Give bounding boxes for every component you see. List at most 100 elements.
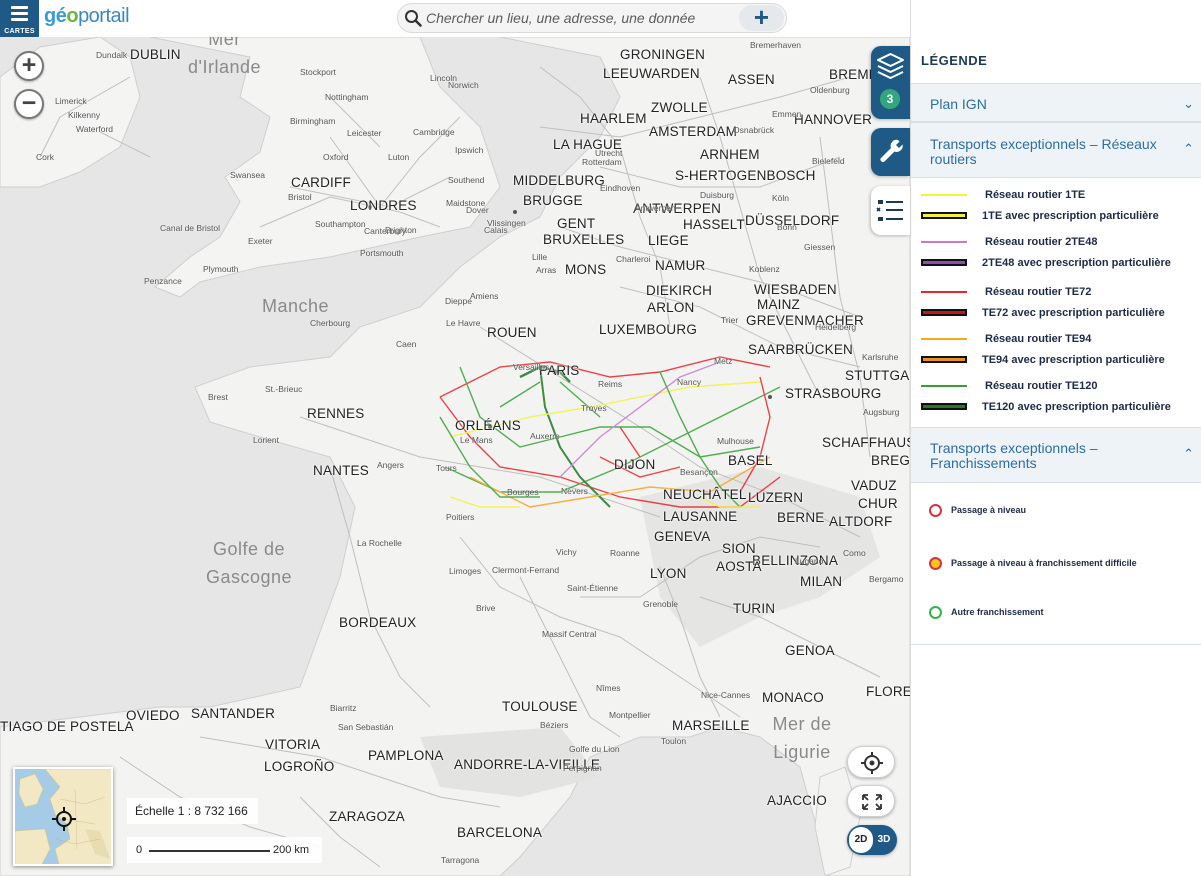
fullscreen-button[interactable] <box>847 785 895 817</box>
town-label: Le Havre <box>446 318 481 328</box>
tools-tab[interactable] <box>871 128 910 176</box>
city-label: BERNE <box>777 510 825 525</box>
city-label: DIJON <box>614 457 656 472</box>
town-label: Plymouth <box>203 264 239 274</box>
town-label: Penzance <box>144 276 182 286</box>
city-label: GENT <box>557 216 596 231</box>
city-label: SION <box>722 541 756 556</box>
town-label: Perpignan <box>563 763 602 773</box>
map-view[interactable]: Mer d'Irlande Manche Golfe de Gascogne Mer… <box>0 37 910 876</box>
legend-item-label: Passage à niveau à franchissement diffic… <box>951 558 1137 568</box>
legend-item-label: Réseau routier 1TE <box>985 189 1086 201</box>
city-label: AMSTERDAM <box>649 124 738 139</box>
town-label: Augsburg <box>863 407 900 417</box>
city-label: CARDIFF <box>291 175 351 190</box>
legend-section-plan-ign[interactable]: Plan IGN ⌄ <box>911 83 1201 122</box>
layers-tab[interactable]: 3 <box>871 46 910 119</box>
city-label: AOSTA <box>716 559 762 574</box>
city-label: MONACO <box>762 690 824 705</box>
sea-label-text: Golfe de <box>212 539 286 559</box>
town-label: Southend <box>448 175 485 185</box>
town-label: Southampton <box>315 219 366 229</box>
zoom-out-button[interactable]: − <box>14 89 44 119</box>
search-icon[interactable] <box>404 9 422 27</box>
legend-section-title: Transports exceptionnels – Réseaux routi… <box>930 136 1157 167</box>
town-label: Besançon <box>680 467 718 477</box>
search-input[interactable] <box>426 8 736 28</box>
city-label: SAARBRÜCKEN <box>748 342 853 357</box>
town-label: Mulhouse <box>717 436 754 446</box>
town-label: Swansea <box>230 170 265 180</box>
menu-label: CARTES <box>4 28 35 35</box>
town-label: Utrecht <box>595 148 623 158</box>
city-label: RENNES <box>307 406 365 421</box>
sea-label-text: Gascogne <box>205 567 293 587</box>
legend-title: LÉGENDE <box>921 53 988 68</box>
town-label: Saint-Étienne <box>567 583 619 593</box>
city-label: LYON <box>650 566 687 581</box>
line-swatch <box>921 356 967 363</box>
geoportail-logo[interactable]: géoportail <box>44 5 130 28</box>
town-label: Duisburg <box>700 190 735 200</box>
geolocate-button[interactable] <box>847 746 895 778</box>
town-label: Maidstone <box>446 198 486 208</box>
city-label: S-HERTOGENBOSCH <box>675 168 816 183</box>
minimap-image <box>15 769 111 864</box>
cartes-menu-button[interactable]: CARTES <box>0 0 39 37</box>
town-label: Clermont-Ferrand <box>492 565 560 575</box>
city-label: WIESBADEN <box>754 282 837 297</box>
city-label: STUTTGART <box>845 368 910 383</box>
line-swatch <box>921 194 967 196</box>
add-data-button[interactable]: + <box>739 4 784 31</box>
legend-section-franchissements[interactable]: Transports exceptionnels – Franchissemen… <box>911 427 1201 483</box>
city-label: BRUGGE <box>523 193 583 208</box>
town-label: Metz <box>714 356 733 366</box>
city-label: MAINZ <box>757 297 800 312</box>
city-label: VITORIA <box>265 737 321 752</box>
city-label: LAUSANNE <box>663 509 738 524</box>
town-label: Tours <box>436 463 457 473</box>
town-label: Biarritz <box>330 703 357 713</box>
town-label: Eindhoven <box>600 183 641 193</box>
town-label: Waterford <box>76 124 114 134</box>
city-label: LUZERN <box>748 490 804 505</box>
town-label: Oldenburg <box>810 85 850 95</box>
city-label: ALTDORF <box>829 514 893 529</box>
town-label: Amiens <box>470 291 499 301</box>
road-legend-item: TE94 avec prescription particulière <box>919 351 1201 371</box>
legend-section-reseaux[interactable]: Transports exceptionnels – Réseaux routi… <box>911 122 1201 178</box>
legend-list-icon <box>876 200 903 221</box>
town-label: Koblenz <box>749 264 780 274</box>
town-label: Lincoln <box>430 73 457 83</box>
layers-count-badge: 3 <box>880 89 900 109</box>
legend-divider <box>911 644 1201 645</box>
header-bar: CARTES géoportail + <box>0 0 910 37</box>
road-legend-item: TE72 avec prescription particulière <box>919 304 1201 324</box>
3d-button[interactable]: 3D <box>873 827 895 853</box>
overview-minimap[interactable] <box>13 767 113 866</box>
city-label: PAMPLONA <box>368 748 444 763</box>
town-label: Brive <box>476 603 496 613</box>
town-label: Luton <box>388 152 410 162</box>
zoom-in-button[interactable]: + <box>14 51 44 81</box>
city-label: HAARLEM <box>580 111 647 126</box>
legend-tab[interactable] <box>871 186 910 235</box>
town-label: Nice-Cannes <box>701 690 751 700</box>
sea-label-text: d'Irlande <box>188 57 261 77</box>
chevron-up-icon: ⌃ <box>1183 141 1194 156</box>
legend-item-label: TE94 avec prescription particulière <box>982 354 1165 366</box>
town-label: St.-Brieuc <box>265 384 303 394</box>
town-label: Toulon <box>661 736 687 746</box>
town-label: Caen <box>396 339 417 349</box>
town-label: Lille <box>532 252 548 262</box>
line-swatch <box>921 259 967 266</box>
road-legend-item: Réseau routier TE94 <box>919 330 1201 350</box>
road-legend-item: Réseau routier 2TE48 <box>919 233 1201 253</box>
2d-button[interactable]: 2D <box>849 827 873 853</box>
town-label: Vichy <box>556 547 577 557</box>
road-legend-item: 2TE48 avec prescription particulière <box>919 254 1201 274</box>
town-label: Versailles <box>513 362 550 372</box>
line-swatch <box>921 385 967 387</box>
town-label: Antwerpen <box>635 203 676 213</box>
city-label: CHUR <box>858 496 898 511</box>
